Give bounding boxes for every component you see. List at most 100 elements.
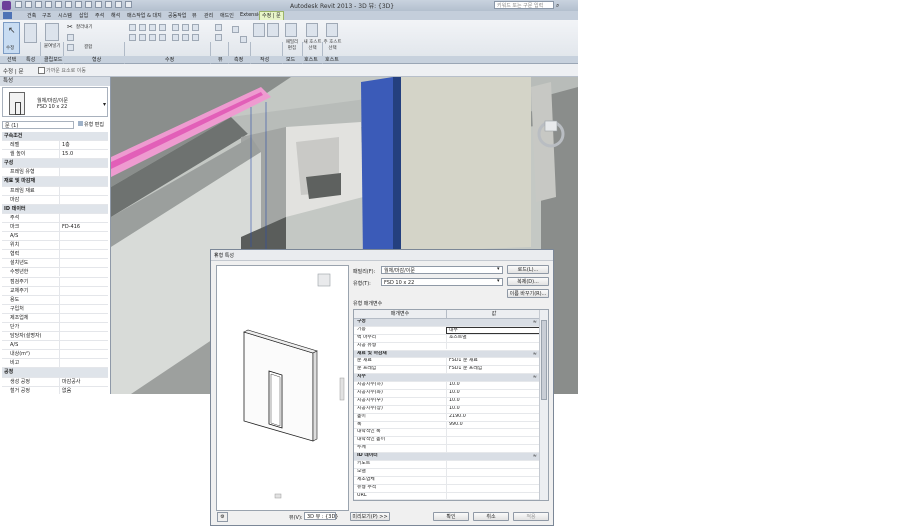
property-row[interactable]: 주석 (2, 213, 108, 223)
collapse-icon[interactable]: ≈ (533, 351, 537, 358)
parameter-value[interactable] (446, 429, 540, 437)
move-with-nearby-checkbox[interactable] (38, 67, 45, 74)
property-value[interactable] (59, 322, 107, 331)
property-group-header[interactable]: 구속조건 (2, 132, 108, 142)
tab-manage[interactable]: 관리 (204, 12, 213, 19)
mirror-icon[interactable] (149, 24, 156, 31)
property-row[interactable]: 수명년한 (2, 268, 108, 278)
property-value[interactable] (59, 268, 107, 277)
parameter-group-header[interactable]: 구성 ≈ (354, 319, 540, 327)
parameter-value[interactable]: 10.0 (446, 397, 540, 405)
property-value[interactable] (59, 313, 107, 322)
property-row[interactable]: 씰 높이 15.0 (2, 150, 108, 160)
rename-button[interactable]: 이름 바꾸기(R)... (507, 289, 549, 298)
unpin-icon[interactable] (172, 34, 179, 41)
apply-button[interactable]: 적용 (513, 512, 549, 521)
collapse-icon[interactable]: ≈ (533, 374, 537, 381)
parameter-value[interactable] (446, 476, 540, 484)
property-row[interactable]: 점검주기 (2, 277, 108, 287)
panel-label-select[interactable]: 선택 (7, 56, 16, 63)
copy-element-icon[interactable] (139, 34, 146, 41)
property-row[interactable]: 프레임 재료 (2, 186, 108, 196)
property-value[interactable] (59, 277, 107, 286)
property-group-header[interactable]: 공정 (2, 368, 108, 378)
property-row[interactable]: 담당자(설명자) (2, 332, 108, 342)
property-value[interactable] (59, 168, 107, 177)
parameter-value[interactable] (446, 437, 540, 445)
parameter-value[interactable]: 2190.0 (446, 413, 540, 421)
property-row[interactable]: 제조업체 (2, 313, 108, 323)
parameter-value[interactable]: 호스트별 (446, 334, 540, 342)
property-value[interactable] (59, 186, 107, 195)
property-value[interactable] (59, 232, 107, 241)
cancel-button[interactable]: 취소 (473, 512, 509, 521)
close-hidden-icon[interactable] (115, 1, 122, 8)
delete-icon[interactable] (182, 34, 189, 41)
parameter-group-header[interactable]: 치수 ≈ (354, 374, 540, 383)
properties-button[interactable] (24, 23, 37, 43)
measure-icon[interactable] (65, 1, 72, 8)
override-icon[interactable] (215, 34, 222, 41)
parameter-row[interactable]: 시공치수(상) 10.0 (354, 405, 540, 414)
undo-icon[interactable] (35, 1, 42, 8)
property-value[interactable] (59, 295, 107, 304)
parameter-row[interactable]: 문 프레임 FSD1 문 프레임 (354, 366, 540, 375)
property-value[interactable]: 15.0 (59, 150, 107, 159)
parameter-value[interactable] (446, 468, 540, 476)
property-group-header[interactable]: ID 데이터 (2, 204, 108, 214)
parameter-row[interactable]: 시공치수(좌) 10.0 (354, 390, 540, 398)
parameter-value[interactable] (446, 500, 540, 501)
redo-icon[interactable] (45, 1, 52, 8)
grid-scroll-thumb[interactable] (541, 320, 547, 400)
pin-icon[interactable] (192, 24, 199, 31)
print-icon[interactable] (55, 1, 62, 8)
parameter-row[interactable]: 시공치수(하) 10.0 (354, 382, 540, 391)
cut-icon[interactable]: ✂ (67, 23, 73, 31)
property-value[interactable] (59, 195, 107, 204)
app-menu-icon[interactable] (2, 1, 11, 10)
parameter-group-header[interactable]: 재료 및 마감재 ≈ (354, 350, 540, 359)
property-row[interactable]: A/S (2, 232, 108, 242)
property-group-header[interactable]: 구성 (2, 159, 108, 169)
parameter-row[interactable]: 대략적인 높이 (354, 437, 540, 446)
array-icon[interactable] (172, 24, 179, 31)
tab-massing-site[interactable]: 매스작업 & 대지 (127, 12, 162, 19)
preview-scrollbar[interactable] (339, 377, 345, 401)
parameter-row[interactable]: 유형 주석 (354, 484, 540, 493)
property-value[interactable] (59, 286, 107, 295)
family-dropdown[interactable]: 월체/마감/이문 (381, 266, 503, 274)
type-selector[interactable]: 월체/마감/이문 FSD 10 x 22 ▾ (2, 87, 108, 117)
property-row[interactable]: 철거 공정 없음 (2, 386, 108, 394)
ok-button[interactable]: 확인 (433, 512, 469, 521)
tab-systems[interactable]: 시스템 (58, 12, 72, 19)
property-value[interactable] (59, 250, 107, 259)
property-value[interactable] (59, 332, 107, 341)
chevron-down-icon[interactable]: ▾ (497, 266, 500, 272)
hide-icon[interactable] (215, 24, 222, 31)
collapse-icon[interactable]: ≈ (533, 319, 537, 326)
tab-collaborate[interactable]: 공동작업 (168, 12, 186, 19)
parameter-value[interactable]: 10.0 (446, 390, 540, 397)
property-row[interactable]: 위치 (2, 241, 108, 251)
parameter-value[interactable] (446, 492, 540, 500)
property-row[interactable]: 마감 (2, 195, 108, 205)
property-group-header[interactable]: 재료 및 마감재 (2, 177, 108, 187)
parameter-row[interactable]: 키노트 (354, 461, 540, 469)
parameter-value[interactable] (446, 484, 540, 492)
property-value[interactable] (59, 241, 107, 250)
parameter-value[interactable]: FSD1 문 재료 (446, 358, 540, 366)
property-row[interactable]: 생성 공정 마감공사 (2, 377, 108, 387)
help-search-input[interactable]: 키워드 또는 구문 입력 (494, 1, 554, 9)
property-row[interactable]: 내상(m²) (2, 350, 108, 360)
parameter-value[interactable] (446, 445, 540, 453)
measure-tool-icon[interactable] (232, 26, 239, 33)
property-row[interactable]: 프레임 유형 (2, 168, 108, 178)
parameter-row[interactable]: URL (354, 492, 540, 500)
view-dropdown[interactable]: 3D 뷰 : {3D} (304, 512, 338, 520)
viewcube-icon[interactable] (317, 273, 331, 287)
property-row[interactable]: A/S (2, 341, 108, 351)
property-value[interactable] (59, 259, 107, 268)
parameter-row[interactable]: 제조업체 (354, 476, 540, 485)
property-value[interactable] (59, 304, 107, 313)
parameter-row[interactable]: 대략적인 폭 (354, 429, 540, 438)
